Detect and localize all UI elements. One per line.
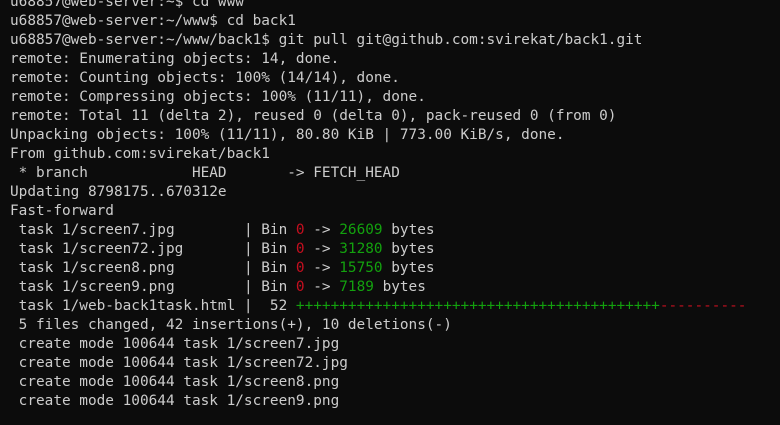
terminal-line: * branch HEAD -> FETCH_HEAD [10,165,400,181]
diffstat-separator: | Bin [243,279,296,295]
terminal-line: Unpacking objects: 100% (11/11), 80.80 K… [10,127,565,143]
diffstat-unit: bytes [382,260,435,276]
terminal-line: u68857@web-server:~$ cd www [10,0,244,10]
diffstat-html-prefix: task 1/web-back1task.html | 52 [10,298,296,314]
diffstat-unit: bytes [373,279,426,295]
diffstat-row: task 1/screen72.jpg | Bin 0 -> 31280 byt… [10,240,780,259]
diffstat-unit: bytes [382,222,435,238]
diffstat-minus-bar: ---------- [659,298,747,314]
create-mode-line: create mode 100644 task 1/screen8.png [10,374,340,390]
diffstat-unit: bytes [382,241,435,257]
terminal-line: Updating 8798175..670312e [10,184,227,200]
terminal-line: From github.com:svirekat/back1 [10,146,270,162]
diffstat-from-size: 0 [295,279,305,295]
diffstat-arrow: -> [304,222,340,238]
diffstat-to-size: 26609 [339,222,383,238]
diffstat-from-size: 0 [295,241,305,257]
diffstat-row: task 1/screen9.png | Bin 0 -> 7189 bytes [10,278,780,297]
terminal-line: remote: Compressing objects: 100% (11/11… [10,89,426,105]
summary-line: 5 files changed, 42 insertions(+), 10 de… [10,317,452,333]
diffstat-row: task 1/screen7.jpg | Bin 0 -> 26609 byte… [10,221,780,240]
diffstat-file: task 1/screen72.jpg [10,241,244,257]
diffstat-to-size: 7189 [339,279,374,295]
terminal-line: remote: Enumerating objects: 14, done. [10,51,340,67]
diffstat-file: task 1/screen7.jpg [10,222,244,238]
terminal-line: remote: Total 11 (delta 2), reused 0 (de… [10,108,617,124]
terminal-line: u68857@web-server:~/www/back1$ git pull … [10,32,643,48]
diffstat-from-size: 0 [295,222,305,238]
diffstat-plus-bar: ++++++++++++++++++++++++++++++++++++++++… [295,298,660,314]
create-mode-line: create mode 100644 task 1/screen72.jpg [10,355,348,371]
diffstat-separator: | Bin [243,241,296,257]
diffstat-row-html: task 1/web-back1task.html | 52 +++++++++… [10,297,780,316]
diffstat-arrow: -> [304,279,340,295]
diffstat-row: task 1/screen8.png | Bin 0 -> 15750 byte… [10,259,780,278]
terminal-line: u68857@web-server:~/www$ cd back1 [10,13,296,29]
terminal-line: remote: Counting objects: 100% (14/14), … [10,70,400,86]
create-mode-line: create mode 100644 task 1/screen7.jpg [10,336,340,352]
diffstat-file: task 1/screen8.png [10,260,244,276]
diffstat-separator: | Bin [243,260,296,276]
diffstat-file: task 1/screen9.png [10,279,244,295]
diffstat-arrow: -> [304,260,340,276]
terminal-output: u68857@web-server:~$ cd www u68857@web-s… [10,0,780,411]
diffstat-to-size: 15750 [339,260,383,276]
diffstat-separator: | Bin [243,222,296,238]
terminal-window[interactable]: u68857@web-server:~$ cd www u68857@web-s… [0,0,780,425]
terminal-line: Fast-forward [10,203,114,219]
diffstat-arrow: -> [304,241,340,257]
create-mode-line: create mode 100644 task 1/screen9.png [10,393,340,409]
diffstat-from-size: 0 [295,260,305,276]
diffstat-to-size: 31280 [339,241,383,257]
